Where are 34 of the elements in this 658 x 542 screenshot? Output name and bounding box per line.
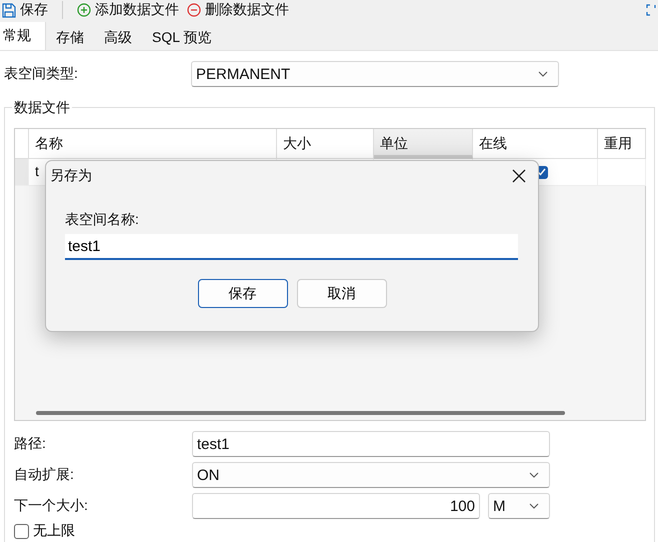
field-label: 自动扩展: bbox=[14, 466, 75, 484]
column-header[interactable]: 重用 bbox=[598, 129, 646, 159]
chevron-down-icon bbox=[529, 472, 539, 478]
maximize-icon[interactable] bbox=[646, 4, 656, 16]
minus-circle-icon bbox=[187, 3, 201, 17]
tab[interactable]: 常规 bbox=[0, 22, 46, 50]
next-size-field[interactable]: 100 bbox=[192, 493, 480, 519]
save-icon bbox=[2, 2, 16, 18]
close-button[interactable] bbox=[510, 167, 528, 185]
column-header[interactable]: 单位 bbox=[374, 129, 473, 159]
field-label: 下一个大小: bbox=[14, 497, 89, 515]
group-title: 数据文件 bbox=[12, 99, 72, 117]
path-field[interactable]: test1 bbox=[192, 431, 550, 457]
toolbar-button[interactable]: 添加数据文件 bbox=[77, 1, 179, 19]
field-label: 表空间名称: bbox=[65, 211, 140, 229]
chevron-down-icon bbox=[538, 71, 548, 77]
chevron-down-icon bbox=[529, 503, 539, 509]
unit-select[interactable]: M bbox=[488, 493, 550, 519]
plus-circle-icon bbox=[77, 3, 91, 17]
tablespace-type-select[interactable]: PERMANENT bbox=[191, 61, 559, 87]
field-label: 表空间类型: bbox=[4, 65, 79, 83]
column-header[interactable]: 名称 bbox=[29, 129, 277, 159]
dialog-title: 另存为 bbox=[50, 167, 92, 185]
toolbar-button[interactable]: 删除数据文件 bbox=[187, 1, 289, 19]
column-header[interactable]: 大小 bbox=[277, 129, 374, 159]
dialog-button[interactable]: 取消 bbox=[296, 279, 386, 308]
column-header[interactable]: 在线 bbox=[473, 129, 598, 159]
tablespace-name-field[interactable]: test1 bbox=[65, 234, 518, 260]
unlimited-checkbox[interactable]: 无上限 bbox=[14, 522, 75, 540]
autoextend-select[interactable]: ON bbox=[192, 462, 550, 488]
field-label: 路径: bbox=[14, 435, 47, 453]
scrollbar-thumb[interactable] bbox=[36, 411, 565, 415]
dialog-button[interactable]: 保存 bbox=[198, 279, 288, 308]
toolbar-button[interactable]: 保存 bbox=[2, 1, 48, 19]
